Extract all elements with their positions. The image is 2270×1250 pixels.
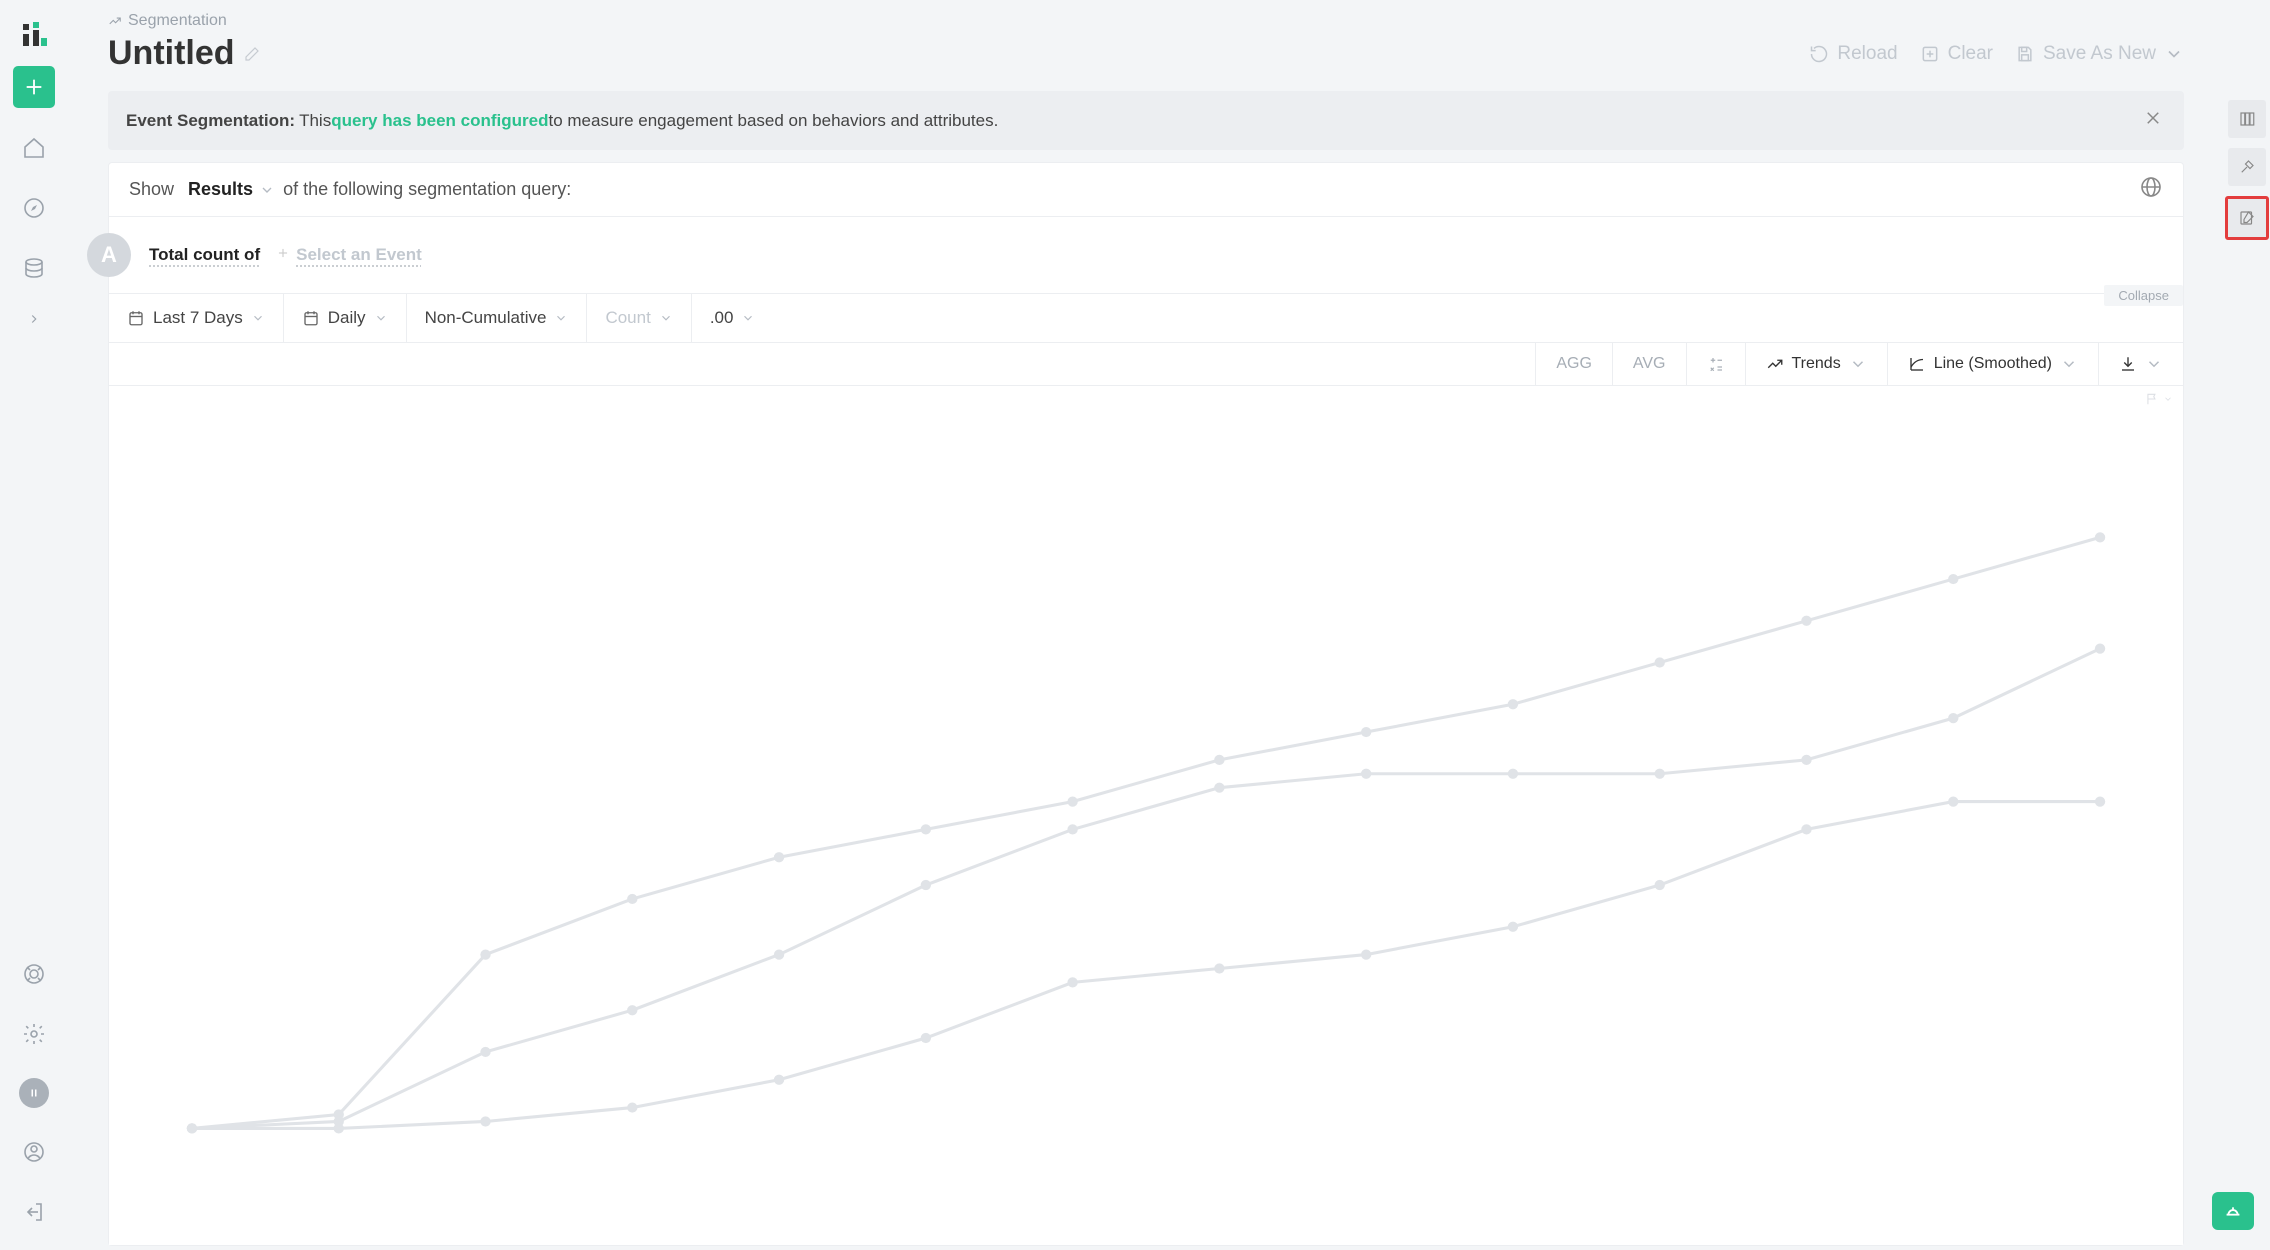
formula-button[interactable] <box>1686 343 1745 385</box>
banner-close-button[interactable] <box>2140 105 2166 136</box>
line-chart-icon <box>1908 355 1926 373</box>
trends-picker[interactable]: Trends <box>1745 343 1887 385</box>
chevron-down-icon <box>2164 44 2184 64</box>
decimal-picker[interactable]: .00 <box>692 294 774 342</box>
reload-button[interactable]: Reload <box>1809 43 1897 65</box>
flag-icon <box>2145 392 2159 406</box>
nav-help-icon[interactable] <box>18 958 50 990</box>
download-button[interactable] <box>2098 343 2183 385</box>
nav-explore-icon[interactable] <box>18 192 50 224</box>
event-definition-row: A Total count of Select an Event <box>109 217 2183 294</box>
select-event-button[interactable]: Select an Event <box>296 245 422 265</box>
chevron-down-icon <box>659 311 673 325</box>
bell-icon <box>2222 1200 2244 1222</box>
plus-icon <box>276 245 290 265</box>
right-rail <box>2224 0 2270 1246</box>
banner-link[interactable]: query has been configured <box>331 111 548 131</box>
expand-nav-icon[interactable] <box>27 312 41 331</box>
save-icon <box>2015 44 2035 64</box>
globe-button[interactable] <box>2139 175 2163 204</box>
chart-area <box>109 386 2183 1245</box>
show-results-dropdown[interactable]: Results <box>188 179 253 200</box>
nav-profile-icon[interactable] <box>18 1136 50 1168</box>
chevron-down-icon <box>374 311 388 325</box>
formula-icon <box>1707 355 1725 373</box>
edit-title-button[interactable] <box>243 45 261 63</box>
chevron-down-icon <box>2060 355 2078 373</box>
info-banner: Event Segmentation: This query has been … <box>108 91 2184 150</box>
chevron-down-icon <box>2163 394 2173 404</box>
left-navigation <box>0 0 68 1246</box>
close-icon <box>2144 109 2162 127</box>
chart-flag-button[interactable] <box>2145 392 2173 406</box>
edit-note-icon <box>2238 209 2256 227</box>
show-row: Show Results of the following segmentati… <box>109 163 2183 217</box>
rail-eyedropper-button[interactable] <box>2228 148 2266 186</box>
support-fab[interactable] <box>2212 1192 2254 1230</box>
cumulative-picker[interactable]: Non-Cumulative <box>407 294 588 342</box>
calendar-icon <box>302 309 320 327</box>
trends-icon <box>1766 355 1784 373</box>
total-count-of-label[interactable]: Total count of <box>149 245 260 265</box>
date-range-picker[interactable]: Last 7 Days <box>109 294 284 342</box>
chevron-down-icon <box>2145 355 2163 373</box>
agg-button[interactable]: AGG <box>1535 343 1612 385</box>
clear-icon <box>1920 44 1940 64</box>
nav-data-icon[interactable] <box>18 252 50 284</box>
event-letter-badge: A <box>87 233 131 277</box>
primary-controls: Last 7 Days Daily Non-Cumulative Count <box>109 294 2183 343</box>
breadcrumb-label: Segmentation <box>128 12 227 30</box>
banner-trail: to measure engagement based on behaviors… <box>548 111 998 131</box>
nav-signout-icon[interactable] <box>18 1196 50 1228</box>
nav-settings-icon[interactable] <box>18 1018 50 1050</box>
interval-picker[interactable]: Daily <box>284 294 407 342</box>
chevron-down-icon <box>1849 355 1867 373</box>
collapse-button[interactable]: Collapse <box>2104 285 2183 306</box>
download-icon <box>2119 355 2137 373</box>
reload-icon <box>1809 44 1829 64</box>
chevron-down-icon <box>259 182 275 198</box>
segmentation-icon <box>108 14 122 28</box>
chevron-down-icon <box>741 311 755 325</box>
eyedropper-icon <box>2238 158 2256 176</box>
clear-button[interactable]: Clear <box>1920 43 1993 65</box>
chevron-down-icon <box>554 311 568 325</box>
banner-prefix: Event Segmentation: <box>126 111 295 131</box>
chevron-down-icon <box>251 311 265 325</box>
show-label: Show <box>129 179 174 200</box>
secondary-controls: AGG AVG Trends Line (Smoothed) <box>109 343 2183 386</box>
columns-icon <box>2238 110 2256 128</box>
chart-type-picker[interactable]: Line (Smoothed) <box>1887 343 2098 385</box>
count-picker[interactable]: Count <box>587 294 691 342</box>
save-as-new-button[interactable]: Save As New <box>2015 43 2184 65</box>
rail-columns-button[interactable] <box>2228 100 2266 138</box>
banner-lead: This <box>299 111 331 131</box>
chart-placeholder <box>109 386 2183 1245</box>
globe-icon <box>2139 175 2163 199</box>
rail-edit-button[interactable] <box>2225 196 2269 240</box>
nav-home-icon[interactable] <box>18 132 50 164</box>
new-analysis-button[interactable] <box>13 66 55 108</box>
app-logo <box>21 22 47 48</box>
show-rest: of the following segmentation query: <box>283 179 571 200</box>
breadcrumb: Segmentation <box>108 12 2184 30</box>
nav-pause-button[interactable] <box>19 1078 49 1108</box>
calendar-icon <box>127 309 145 327</box>
page-title: Untitled <box>108 34 235 73</box>
avg-button[interactable]: AVG <box>1612 343 1686 385</box>
